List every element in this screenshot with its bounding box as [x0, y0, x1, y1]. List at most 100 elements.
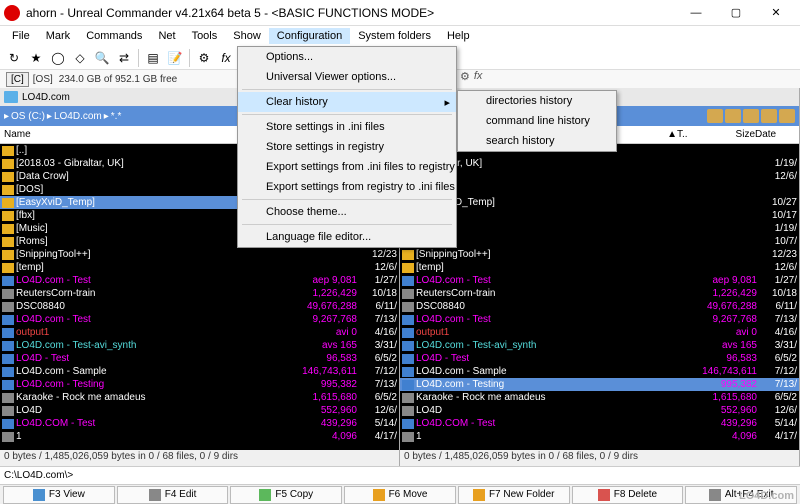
- bc-drive[interactable]: OS (C:): [9, 111, 47, 122]
- menu-item-options-[interactable]: Options...: [238, 47, 456, 67]
- bc-folder[interactable]: LO4D.com: [52, 111, 104, 122]
- submenu-item-search-history[interactable]: search history: [458, 131, 616, 151]
- menu-item-store-settings-in-ini-files[interactable]: Store settings in .ini files: [238, 117, 456, 137]
- col-size[interactable]: Size: [695, 129, 755, 140]
- favorite-icon[interactable]: [743, 109, 759, 123]
- file-row[interactable]: LO4D.com - Testing995,3827/13/: [400, 378, 799, 391]
- menu-net[interactable]: Net: [150, 28, 183, 44]
- file-date: 1/19/: [775, 223, 797, 234]
- file-row[interactable]: [Music]1/19/: [400, 222, 799, 235]
- file-row[interactable]: row]12/6/: [400, 170, 799, 183]
- command-line[interactable]: C:\LO4D.com\>: [0, 466, 800, 484]
- file-row[interactable]: Karaoke - Rock me amadeus1,615,6806/5/2: [400, 391, 799, 404]
- file-row[interactable]: LO4D552,96012/6/: [400, 404, 799, 417]
- fn-f8-button[interactable]: F8 Delete: [572, 486, 684, 504]
- file-row[interactable]: [EasyXviD_Temp]10/27: [400, 196, 799, 209]
- file-date: 6/11/: [757, 301, 797, 312]
- drive-button[interactable]: [C]: [6, 72, 29, 87]
- file-date: 6/5/2: [357, 353, 397, 364]
- close-button[interactable]: ✕: [756, 0, 796, 26]
- file-row[interactable]: - Gibraltar, UK]1/19/: [400, 157, 799, 170]
- file-row[interactable]: LO4D.com - Sample146,743,6117/12/: [0, 365, 399, 378]
- file-row[interactable]: [fbx]10/17: [400, 209, 799, 222]
- file-row[interactable]: [400, 183, 799, 196]
- fn-f6-button[interactable]: F6 Move: [344, 486, 456, 504]
- fn-f4-button[interactable]: F4 Edit: [117, 486, 229, 504]
- file-row[interactable]: LO4D.COM - Test439,2965/14/: [400, 417, 799, 430]
- maximize-button[interactable]: ▢: [716, 0, 756, 26]
- file-row[interactable]: LO4D.com - Testaep 9,0811/27/: [400, 274, 799, 287]
- col-type[interactable]: T..: [677, 129, 695, 140]
- gear-icon[interactable]: ⚙: [460, 70, 470, 83]
- file-row[interactable]: LO4D.com - Testaep 9,0811/27/: [0, 274, 399, 287]
- col-date[interactable]: Date: [755, 129, 795, 140]
- fn-f3-button[interactable]: F3 View: [3, 486, 115, 504]
- sync-icon[interactable]: ⇄: [114, 48, 134, 68]
- menu-item-export-settings-from-ini-files-to-registry[interactable]: Export settings from .ini files to regis…: [238, 157, 456, 177]
- file-row[interactable]: 14,0964/17/: [400, 430, 799, 443]
- file-list-right[interactable]: - Gibraltar, UK]1/19/row]12/6/ [EasyXviD_…: [400, 144, 799, 450]
- submenu-item-directories-history[interactable]: directories history: [458, 91, 616, 111]
- fn-f5-button[interactable]: F5 Copy: [230, 486, 342, 504]
- menu-item-choose-theme-[interactable]: Choose theme...: [238, 202, 456, 222]
- file-row[interactable]: LO4D - Test96,5836/5/2: [400, 352, 799, 365]
- file-row[interactable]: LO4D.com - Testing995,3827/13/: [0, 378, 399, 391]
- menu-item-export-settings-from-registry-to-ini-files[interactable]: Export settings from registry to .ini fi…: [238, 177, 456, 197]
- file-row[interactable]: DSC0884049,676,2886/11/: [0, 300, 399, 313]
- file-row[interactable]: [SnippingTool++]12/23: [400, 248, 799, 261]
- file-row[interactable]: [SnippingTool++]12/23: [0, 248, 399, 261]
- menu-mark[interactable]: Mark: [38, 28, 78, 44]
- up-icon[interactable]: [761, 109, 777, 123]
- file-row[interactable]: LO4D.com - Test-avi_synthavs 1653/31/: [400, 339, 799, 352]
- circle-icon[interactable]: ◯: [48, 48, 68, 68]
- notepad-icon[interactable]: 📝: [165, 48, 185, 68]
- menu-item-universal-viewer-options-[interactable]: Universal Viewer options...: [238, 67, 456, 87]
- configuration-menu[interactable]: Options...Universal Viewer options... Cle…: [237, 46, 457, 248]
- file-row[interactable]: LO4D.COM - Test439,2965/14/: [0, 417, 399, 430]
- star-icon[interactable]: ★: [26, 48, 46, 68]
- file-row[interactable]: [Roms]10/7/: [400, 235, 799, 248]
- file-name: Karaoke - Rock me amadeus: [16, 392, 279, 403]
- root-icon[interactable]: [779, 109, 795, 123]
- file-row[interactable]: LO4D.com - Test9,267,7687/13/: [0, 313, 399, 326]
- fx-label[interactable]: fx: [216, 48, 236, 68]
- file-row[interactable]: LO4D.com - Test9,267,7687/13/: [400, 313, 799, 326]
- menu-help[interactable]: Help: [439, 28, 478, 44]
- diamond-icon[interactable]: ◇: [70, 48, 90, 68]
- clear-history-submenu[interactable]: directories historycommand line historys…: [457, 90, 617, 152]
- gear-icon[interactable]: ⚙: [194, 48, 214, 68]
- menu-system-folders[interactable]: System folders: [350, 28, 439, 44]
- menu-item-language-file-editor-[interactable]: Language file editor...: [238, 227, 456, 247]
- file-row[interactable]: ReutersCorn-train1,226,42910/18: [400, 287, 799, 300]
- history-back-icon[interactable]: [707, 109, 723, 123]
- minimize-button[interactable]: —: [676, 0, 716, 26]
- submenu-item-command-line-history[interactable]: command line history: [458, 111, 616, 131]
- menu-file[interactable]: File: [4, 28, 38, 44]
- menu-configuration[interactable]: Configuration: [269, 28, 350, 44]
- refresh-icon[interactable]: ↻: [4, 48, 24, 68]
- fx-label[interactable]: fx: [474, 70, 483, 82]
- file-row[interactable]: LO4D552,96012/6/: [0, 404, 399, 417]
- file-row[interactable]: [temp]12/6/: [400, 261, 799, 274]
- file-row[interactable]: LO4D.com - Sample146,743,6117/12/: [400, 365, 799, 378]
- menu-commands[interactable]: Commands: [78, 28, 150, 44]
- file-row[interactable]: Karaoke - Rock me amadeus1,615,6806/5/2: [0, 391, 399, 404]
- file-size: 4,096: [279, 431, 357, 442]
- terminal-icon[interactable]: ▤: [143, 48, 163, 68]
- menu-show[interactable]: Show: [225, 28, 269, 44]
- file-row[interactable]: ReutersCorn-train1,226,42910/18: [0, 287, 399, 300]
- search-icon[interactable]: 🔍: [92, 48, 112, 68]
- menu-item-store-settings-in-registry[interactable]: Store settings in registry: [238, 137, 456, 157]
- menu-item-clear-history[interactable]: Clear history: [238, 92, 456, 112]
- menu-tools[interactable]: Tools: [184, 28, 226, 44]
- fn-f7-button[interactable]: F7 New Folder: [458, 486, 570, 504]
- col-name[interactable]: Name: [4, 129, 267, 140]
- file-row[interactable]: DSC0884049,676,2886/11/: [400, 300, 799, 313]
- file-row[interactable]: output1avi 04/16/: [0, 326, 399, 339]
- file-row[interactable]: 14,0964/17/: [0, 430, 399, 443]
- file-row[interactable]: LO4D.com - Test-avi_synthavs 1653/31/: [0, 339, 399, 352]
- file-row[interactable]: LO4D - Test96,5836/5/2: [0, 352, 399, 365]
- file-row[interactable]: output1avi 04/16/: [400, 326, 799, 339]
- file-row[interactable]: [temp]12/6/: [0, 261, 399, 274]
- history-fwd-icon[interactable]: [725, 109, 741, 123]
